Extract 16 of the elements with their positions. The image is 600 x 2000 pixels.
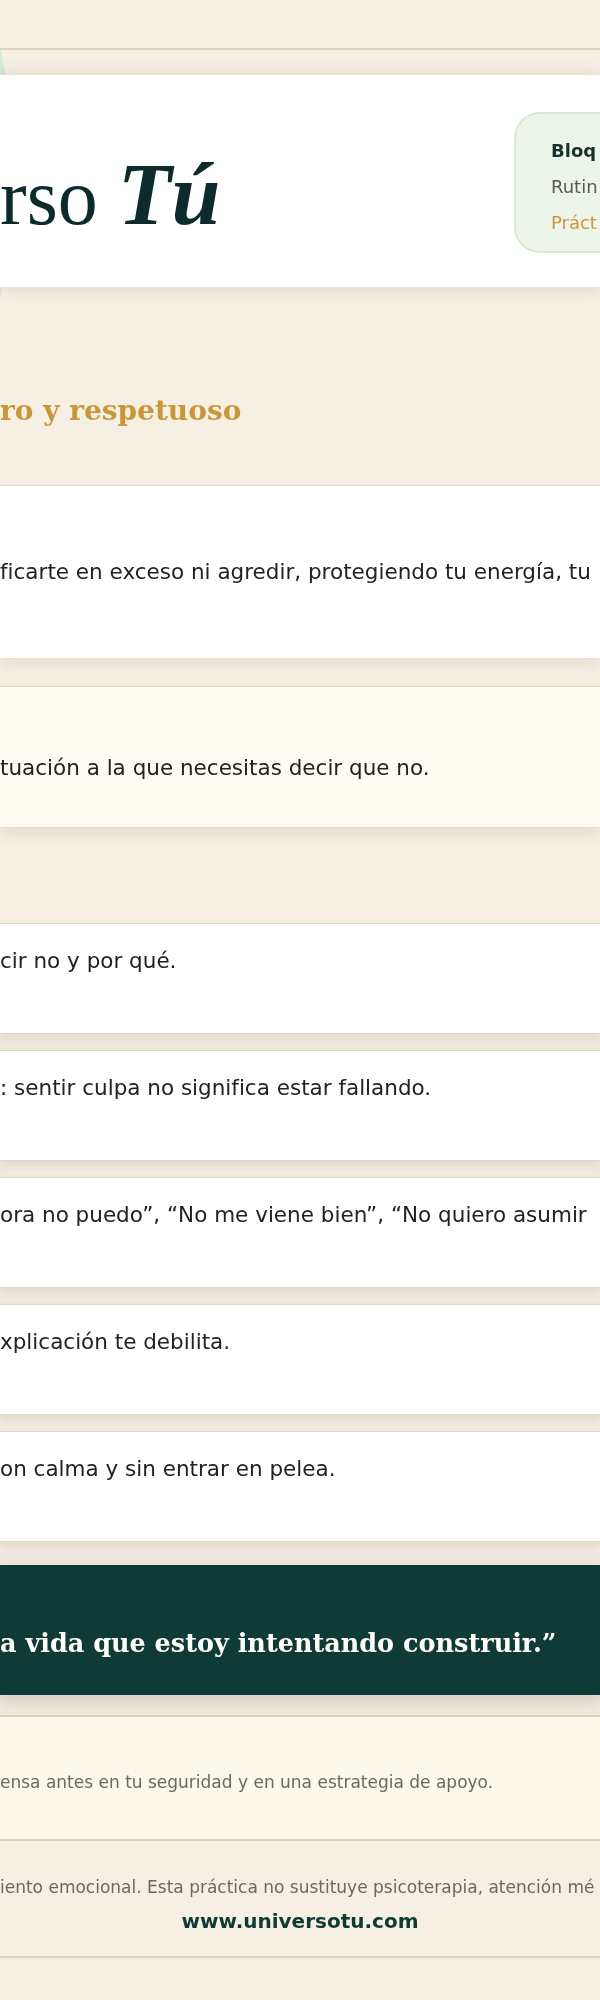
disclaimer-text: iento emocional. Esta práctica no sustituye psicoterapia, atención mé <box>0 1876 595 1898</box>
intro-text: ficarte en exceso ni agredir, protegiendo tu energía, tu <box>0 558 591 586</box>
step-text: xplicación te debilita. <box>0 1328 231 1356</box>
exercise-text: tuación a la que necesitas decir que no. <box>0 754 430 782</box>
section-title: ro y respetuoso <box>0 393 242 429</box>
step-text: ora no puedo”, “No me viene bien”, “No quiero asumir <box>0 1201 587 1229</box>
panel-title: Bloq <box>551 139 598 163</box>
step-text: : sentir culpa no significa estar fallando. <box>0 1074 432 1102</box>
step-text: on calma y sin entrar en pelea. <box>0 1455 336 1483</box>
brand-logo: rso Tú <box>0 147 221 245</box>
panel-tag: Práct <box>551 205 600 241</box>
note-text: ensa antes en tu seguridad y en una estrategia de apoyo. <box>0 1771 494 1794</box>
quote-text: a vida que estoy intentando construir.” <box>0 1627 557 1660</box>
step-text: cir no y por qué. <box>0 947 177 975</box>
website-link[interactable]: www.universotu.com <box>181 1908 419 1934</box>
panel-subtitle: Rutin <box>551 175 599 199</box>
